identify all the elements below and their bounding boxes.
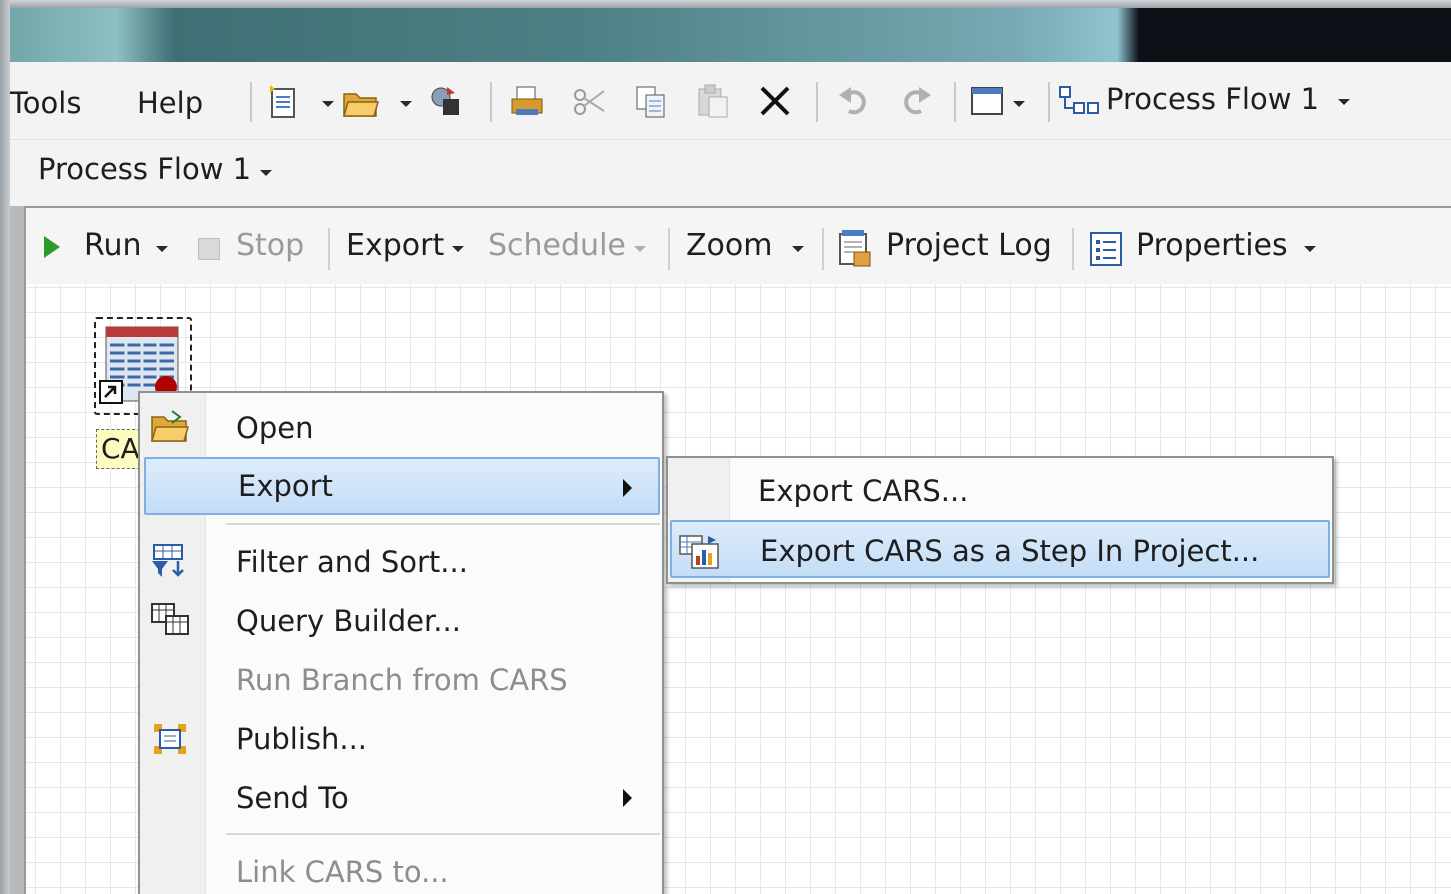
process-flow-combo-arrow[interactable]: [1338, 99, 1350, 105]
window-layout-icon[interactable]: [968, 82, 1006, 120]
project-log-button[interactable]: Project Log: [886, 228, 1052, 263]
menu-item-send-to[interactable]: Send To: [144, 769, 660, 825]
context-menu: Open Export Filter and Sort... Query Bui…: [138, 391, 664, 894]
submenu-item-label: Export CARS...: [758, 474, 969, 508]
toolbar-separator: [250, 82, 252, 122]
export-submenu: Export CARS... Export CARS as a Step In …: [666, 456, 1334, 584]
menu-separator: [226, 523, 660, 525]
toolbar-separator: [816, 82, 818, 122]
toolbar-separator: [1072, 228, 1074, 270]
menu-item-link-cars[interactable]: Link CARS to...: [144, 843, 660, 894]
open-dropdown-arrow[interactable]: [400, 101, 412, 107]
zoom-dropdown-arrow[interactable]: [792, 246, 804, 252]
run-dropdown-arrow[interactable]: [156, 246, 168, 252]
copy-icon[interactable]: [632, 82, 670, 120]
menu-item-filter-sort[interactable]: Filter and Sort...: [144, 533, 660, 589]
process-flow-combo[interactable]: Process Flow 1: [1106, 82, 1319, 116]
zoom-button[interactable]: Zoom: [686, 228, 772, 263]
menu-tools[interactable]: Tools: [10, 86, 81, 120]
submenu-item-export-step[interactable]: Export CARS as a Step In Project...: [670, 520, 1330, 578]
menu-item-run-branch[interactable]: Run Branch from CARS: [144, 651, 660, 707]
submenu-item-label: Export CARS as a Step In Project...: [760, 534, 1260, 568]
menu-item-label: Link CARS to...: [236, 855, 449, 889]
menu-item-label: Run Branch from CARS: [236, 663, 568, 697]
process-flow-toolbar: Run Stop Export Schedule Zoom Project Lo…: [26, 208, 1451, 284]
new-dropdown-arrow[interactable]: [322, 101, 334, 107]
export-step-icon: [678, 532, 722, 570]
process-flow-icon: [1058, 82, 1102, 120]
menu-item-label: Filter and Sort...: [236, 545, 468, 579]
toolbar-separator: [954, 82, 956, 122]
tab-process-flow[interactable]: Process Flow 1: [38, 152, 251, 186]
titlebar-gloss: [0, 0, 1451, 8]
new-document-icon[interactable]: [264, 82, 302, 120]
menu-item-export[interactable]: Export: [144, 457, 660, 515]
menu-item-open[interactable]: Open: [144, 399, 660, 455]
menu-item-label: Publish...: [236, 722, 368, 756]
delete-icon[interactable]: [756, 82, 794, 120]
cut-icon[interactable]: [570, 82, 608, 120]
schedule-dropdown-arrow[interactable]: [634, 246, 646, 252]
stop-icon: [198, 238, 220, 260]
toolbar-separator: [822, 228, 824, 270]
properties-icon: [1088, 230, 1124, 272]
toolbar-separator: [668, 228, 670, 270]
export-button[interactable]: Export: [346, 228, 444, 263]
submenu-arrow-icon: [623, 789, 632, 807]
print-icon[interactable]: [508, 82, 546, 120]
menu-item-label: Open: [236, 411, 314, 445]
run-button[interactable]: Run: [84, 228, 142, 263]
publish-icon: [150, 720, 190, 756]
add-data-icon[interactable]: [426, 82, 464, 120]
window-titlebar: [0, 0, 1451, 62]
open-folder-icon[interactable]: [342, 82, 380, 120]
process-flow-tabstrip: Process Flow 1: [10, 140, 1451, 206]
submenu-item-export-cars[interactable]: Export CARS...: [670, 462, 1330, 520]
open-folder-icon: [150, 409, 190, 445]
submenu-arrow-icon: [623, 479, 632, 497]
stop-button[interactable]: Stop: [236, 228, 304, 263]
layout-dropdown-arrow[interactable]: [1013, 101, 1025, 107]
undo-icon[interactable]: [836, 82, 874, 120]
menu-separator: [226, 833, 660, 835]
query-builder-icon: [150, 602, 190, 638]
menu-help[interactable]: Help: [137, 86, 203, 120]
properties-button[interactable]: Properties: [1136, 228, 1288, 263]
properties-dropdown-arrow[interactable]: [1304, 246, 1316, 252]
toolbar-separator: [490, 82, 492, 122]
project-log-icon: [836, 228, 874, 272]
menu-item-label: Query Builder...: [236, 604, 461, 638]
menu-item-query-builder[interactable]: Query Builder...: [144, 592, 660, 648]
menu-item-label: Export: [238, 469, 333, 503]
schedule-button[interactable]: Schedule: [488, 228, 626, 263]
tab-dropdown-arrow[interactable]: [260, 170, 272, 176]
toolbar-separator: [1048, 82, 1050, 122]
redo-icon[interactable]: [896, 82, 934, 120]
menubar: Tools Help Process Flow 1: [10, 62, 1451, 140]
toolbar-separator: [328, 228, 330, 270]
window-frame-left: [0, 0, 10, 894]
paste-icon[interactable]: [694, 82, 732, 120]
menu-item-label: Send To: [236, 781, 349, 815]
menu-item-publish[interactable]: Publish...: [144, 710, 660, 766]
run-icon[interactable]: [44, 236, 60, 258]
filter-sort-icon: [150, 543, 190, 579]
export-dropdown-arrow[interactable]: [452, 246, 464, 252]
